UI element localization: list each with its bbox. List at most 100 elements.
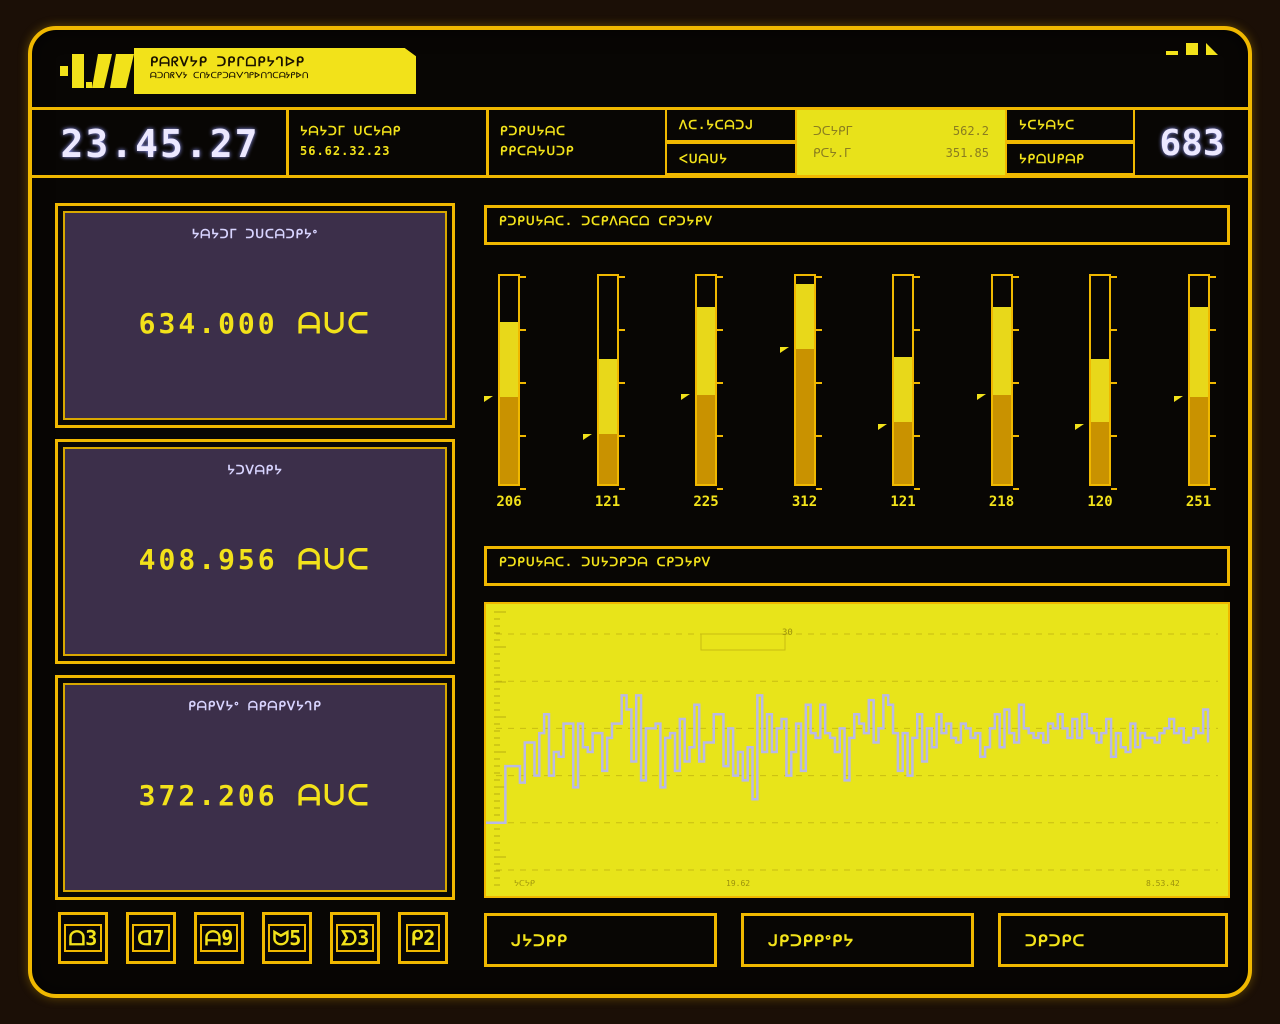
bar-tick (1012, 488, 1019, 490)
bar-tick (1111, 382, 1117, 384)
annotation-box (700, 633, 786, 651)
bar-label: 218 (988, 494, 1015, 510)
status-line-2: ᑭᑭᑕᗩᔭᑌᑐᑭ (500, 144, 575, 158)
stat-label: ᑭᗩᑭᐯᔭᐤ ᗩᑭᗩᑭᐯᔭᒉᑭ (188, 699, 322, 713)
key-button[interactable]: ᗢ5 (262, 912, 312, 964)
readout-value: 562.2 (952, 124, 989, 138)
action-button[interactable]: ᒍᑭᑐᑭᑭᐤᑭᔭ (741, 913, 974, 967)
bar-tick (914, 382, 920, 384)
bar-marker-icon (1173, 396, 1183, 403)
status-line-1: ᑭᑐᑭᑌᔭᗩᑕ (500, 124, 566, 138)
minimize-icon[interactable] (1166, 51, 1178, 55)
bar-tick (1111, 276, 1117, 278)
key-label: ᑭ2 (405, 924, 441, 952)
bar-tick (1209, 382, 1216, 384)
readout-label: ᑭᑕᔭ.ᒥ (813, 146, 851, 160)
stat-panel: ᑭᗩᑭᐯᔭᐤ ᗩᑭᗩᑭᐯᔭᒉᑭ 372.206 ᗩᑌᑕ (55, 675, 455, 900)
annotation-label: 30 (782, 628, 793, 638)
action-button[interactable]: ᒍᔭᑐᑭᑭ (484, 913, 717, 967)
bar-gauges: 206 121 225 312 121 218 120 251 (484, 272, 1230, 518)
bar-tick (520, 488, 526, 490)
coordinates-label: ᔭᗩᔭᑐᒥ ᑌᑕᔭᗩᑭ (300, 124, 402, 138)
bar-section-header: ᑭᑐᑭᑌᔭᗩᑕ. ᑐᑕᑭᐱᗩᑕᗝ ᑕᑭᑐᔭᑭᐯ (484, 205, 1230, 245)
status-block: ᑭᑐᑭᑌᔭᗩᑕ ᑭᑭᑕᗩᔭᑌᑐᑭ (500, 121, 660, 161)
flag-label: ᔭᑭᗝᑌᑭᗩᑭ (1019, 151, 1085, 166)
bar-tick (1012, 382, 1019, 384)
divider (286, 110, 289, 175)
bar-tick (1209, 329, 1216, 331)
bar-tick (717, 488, 723, 490)
app-subtitle: ᗩᑐᑎᖇᐯᔭ ᑕᑎᔭᑕᑭᑐᗩᐯᒉᑭᐅᑎᒉᑕᗩᔭᑭᐅᑎ (150, 71, 309, 80)
readout-panel: ᑐᑕᔭᑭᒥ 562.2 ᑭᑕᔭ.ᒥ 351.85 (797, 110, 1005, 175)
key-button[interactable]: ᗡ7 (126, 912, 176, 964)
line-chart: 30 ᔭᑕᔭᑭ 19.62 8.53.42 (484, 602, 1230, 898)
key-label: ᗡ7 (132, 924, 170, 952)
flag-label: ᔭᑕᔭᗩᔭᑕ (1019, 118, 1076, 132)
bar-tick (717, 329, 723, 331)
divider (32, 175, 1248, 178)
bar-marker-icon (484, 396, 493, 403)
maximize-icon[interactable] (1186, 43, 1198, 55)
series-line (486, 694, 1210, 825)
stat-label: ᔭᑐᐯᗩᑭᔭ (227, 463, 283, 477)
bar-tick (1209, 435, 1216, 437)
bar-tick (618, 382, 625, 384)
action-label: ᑐᑭᑐᑭᑕ (1025, 930, 1086, 950)
key-button[interactable]: ᗩ9 (194, 912, 244, 964)
app-title-plate: ᑭᗩᖇᐯᔭᑭ ᑐᑭᒋᗝᑭᔭᒉᐅᑭ ᗩᑐᑎᖇᐯᔭ ᑕᑎᔭᑕᑭᑐᗩᐯᒉᑭᐅᑎᒉᑕᗩᔭ… (134, 48, 416, 94)
bar-fill-inner (795, 348, 814, 484)
bar-tick (618, 435, 625, 437)
key-button[interactable]: ᗝ3 (58, 912, 108, 964)
bar-fill-inner (1189, 396, 1208, 484)
bar-tick (1012, 435, 1019, 437)
key-label: ᗩ9 (199, 924, 239, 952)
key-row: ᗝ3 ᗡ7 ᗩ9 ᗢ5 ᗤ3 ᑭ2 (58, 912, 458, 968)
key-button[interactable]: ᗤ3 (330, 912, 380, 964)
bar-tick (815, 435, 822, 437)
bar-marker-icon (878, 423, 887, 430)
bar-label: 121 (594, 494, 621, 510)
mode-cell[interactable]: ᐱᑕ.ᔭᑕᗩᑐᒍ (665, 108, 797, 142)
bar-fill-inner (894, 421, 912, 484)
close-icon[interactable] (1206, 43, 1218, 55)
bar-tick (914, 329, 920, 331)
readout-value: 351.85 (945, 146, 989, 160)
flag-cell[interactable]: ᔭᑭᗝᑌᑭᗩᑭ (1005, 142, 1135, 175)
readout-label: ᑐᑕᔭᑭᒥ (813, 124, 853, 138)
key-label: ᗤ3 (335, 924, 375, 952)
bar-marker-icon (1075, 423, 1084, 430)
x-tick-label: ᔭᑕᔭᑭ (514, 879, 535, 888)
coordinates-value: 56.62.32.23 (300, 144, 391, 158)
app-title: ᑭᗩᖇᐯᔭᑭ ᑐᑭᒋᗝᑭᔭᒉᐅᑭ (150, 55, 305, 70)
clock-readout: 23.45.27 (60, 122, 260, 166)
coordinates-block: ᔭᗩᔭᑐᒥ ᑌᑕᔭᗩᑭ 56.62.32.23 (300, 121, 480, 161)
x-tick-label: 8.53.42 (1146, 879, 1180, 888)
bar-label: 225 (693, 494, 719, 510)
key-button[interactable]: ᑭ2 (398, 912, 448, 964)
bar-gauge (1187, 274, 1210, 486)
state-cell[interactable]: ᐸᑌᗩᑌᔭ (665, 142, 797, 175)
bar-fill-inner (992, 394, 1011, 484)
bar-label: 121 (890, 494, 916, 510)
line-section-header: ᑭᑐᑭᑌᔭᗩᑕ. ᑐᑌᔭᑐᑭᑐᗩ ᑕᑭᑐᔭᑭᐯ (484, 546, 1230, 586)
flag-cell[interactable]: ᔭᑕᔭᗩᔭᑕ (1005, 108, 1135, 142)
bar-marker-icon (681, 393, 690, 400)
bar-tick (618, 488, 625, 490)
bar-fill-inner (500, 396, 518, 484)
bar-section-title: ᑭᑐᑭᑌᔭᗩᑕ. ᑐᑕᑭᐱᗩᑕᗝ ᑕᑭᑐᔭᑭᐯ (499, 214, 713, 228)
stat-value: 408.956 ᗩᑌᑕ (138, 543, 372, 577)
bar-tick (1209, 276, 1216, 278)
action-label: ᒍᑭᑐᑭᑭᐤᑭᔭ (768, 930, 855, 950)
action-button[interactable]: ᑐᑭᑐᑭᑕ (998, 913, 1228, 967)
key-label: ᗢ5 (267, 924, 307, 952)
bar-marker-icon (779, 347, 789, 354)
bar-tick (1012, 329, 1019, 331)
bar-tick (1111, 435, 1117, 437)
bar-tick (618, 276, 625, 278)
stat-value: 634.000 ᗩᑌᑕ (138, 307, 372, 341)
window-controls (1148, 38, 1218, 60)
bar-tick (1209, 488, 1216, 490)
bar-label: 206 (496, 494, 522, 510)
bar-tick (914, 488, 920, 490)
bar-gauge (793, 274, 816, 486)
